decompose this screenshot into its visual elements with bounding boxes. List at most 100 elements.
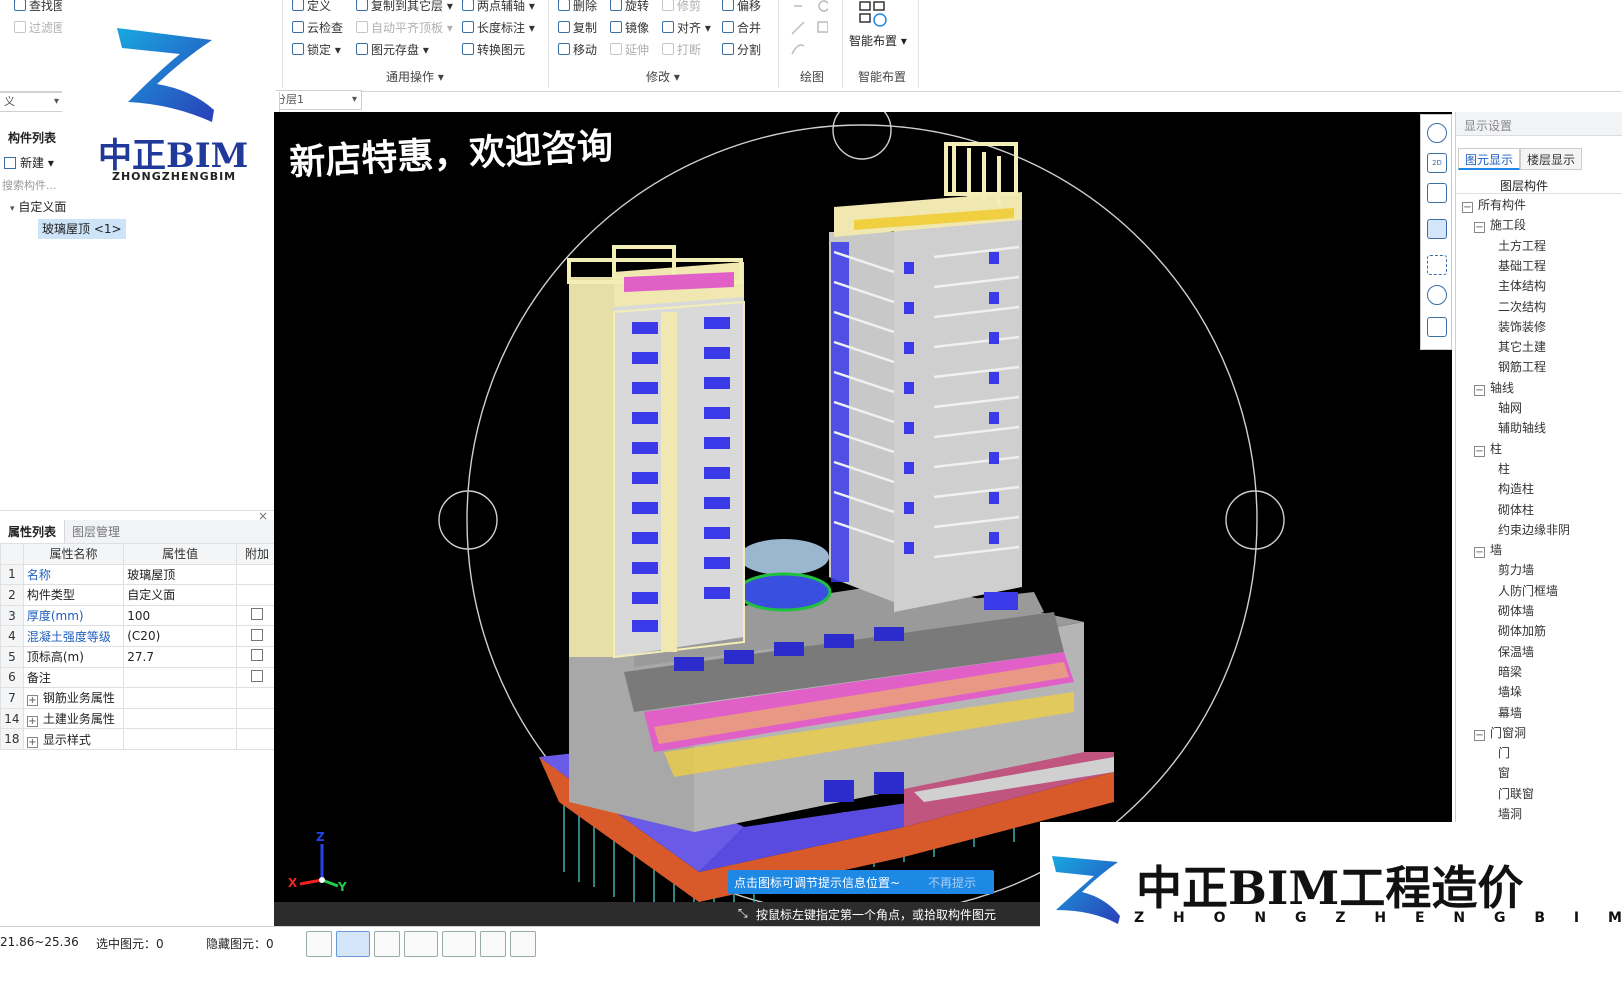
angle-snap-icon[interactable] [404,931,438,957]
layer-tree-item[interactable]: 辅助轴线 [1498,419,1546,436]
expand-icon[interactable]: + [26,716,38,728]
property-row[interactable]: 6 备注 [0,666,279,689]
tab-property-list[interactable]: 属性列表 [0,520,66,544]
ribbon-button[interactable]: 复制 [558,18,597,36]
property-value[interactable]: (C20) [123,625,237,647]
ribbon-button[interactable]: 删除 [558,0,597,14]
ribbon-button[interactable]: 复制到其它层 ▾ [356,0,453,14]
3d-solid-icon[interactable] [1427,219,1447,239]
ribbon-button[interactable]: 锁定 ▾ [292,40,341,58]
property-value[interactable] [123,666,237,689]
ribbon-group-general[interactable]: 通用操作 ▾ [386,68,444,85]
layer-tree-item[interactable]: 暗梁 [1498,663,1522,680]
ribbon-button[interactable]: 偏移 [722,0,761,14]
layer-tree-item[interactable]: 剪力墙 [1498,561,1534,578]
property-value[interactable] [123,707,237,730]
layer-tree-item[interactable]: − 柱 [1474,440,1502,457]
hint-dismiss-link[interactable]: 不再提示 [928,874,976,891]
layer-tree-item[interactable]: − 墙 [1474,541,1502,559]
ribbon-button[interactable]: 修剪 [662,0,701,14]
cross-select-icon[interactable] [374,931,400,957]
collapse-icon[interactable]: − [1474,729,1485,741]
ribbon-button[interactable]: 旋转 [610,0,649,14]
expand-icon[interactable]: + [26,736,38,748]
tab-layer-management[interactable]: 图层管理 [64,520,128,544]
layer-tree-item[interactable]: 其它土建 [1498,338,1546,355]
copy-view-icon[interactable] [480,931,506,957]
tree-root-custom-face[interactable]: ▾ 自定义面 [10,198,66,215]
ribbon-button[interactable]: 移动 [558,40,597,58]
property-value[interactable]: 玻璃屋顶 [123,563,237,586]
layer-tree-item[interactable]: 人防门框墙 [1498,582,1558,599]
ribbon-button[interactable]: 延伸 [610,40,649,58]
layer-tree-item[interactable]: − 门窗洞 [1474,724,1526,741]
layer-tree-item[interactable]: 墙垛 [1498,683,1522,700]
layer-tree-item[interactable]: 幕墙 [1498,704,1522,721]
orthogonal-toggle-icon[interactable] [306,931,332,957]
ribbon-button[interactable]: 云检查 [292,18,343,36]
orbit-view-icon[interactable] [1427,123,1447,143]
property-row[interactable]: 4 混凝土强度等级 (C20) [0,625,279,647]
select-mode-dropdown-icon[interactable] [336,931,370,957]
layer-tree-item[interactable]: 轴网 [1498,399,1522,416]
ribbon-button[interactable]: 长度标注 ▾ [462,18,535,36]
property-row[interactable]: 14 + 土建业务属性 [0,707,279,730]
layer-tree-item[interactable]: 土方工程 [1498,237,1546,254]
3d-box-icon[interactable] [1427,183,1447,203]
property-value[interactable] [123,687,237,709]
left-dropdown[interactable]: 义 [0,92,64,112]
ribbon-button[interactable]: 镜像 [610,18,649,36]
3d-viewport[interactable]: 新店特惠，欢迎咨询 Z X Y 点击图标可调节提示信息位置~ 不再提示 ⤡ 按鼠… [274,112,1452,926]
ribbon-button[interactable]: 定义 [292,0,331,14]
settings-list-icon[interactable] [1427,317,1447,337]
layer-tree-item[interactable]: 砌体加筋 [1498,622,1546,639]
extra-checkbox[interactable] [250,628,263,641]
tree-item-glass-roof[interactable]: 玻璃屋顶 <1> [38,219,126,239]
draw-tools-icons[interactable] [788,0,830,60]
layer-tree-item[interactable]: − 施工段 [1474,216,1526,234]
ribbon-button[interactable]: 分割 [722,40,761,58]
property-value[interactable] [123,728,237,750]
layer-tree-item[interactable]: − 轴线 [1474,379,1514,396]
property-value[interactable]: 27.7 [123,645,237,668]
layer-tree-item[interactable]: 构造柱 [1498,480,1534,497]
ribbon-button[interactable]: 转换图元 [462,40,525,58]
smart-layout-button[interactable]: 智能布置 ▾ [849,32,907,49]
floor-dropdown[interactable]: 分层1 [270,90,362,110]
extra-checkbox[interactable] [250,608,263,621]
property-row[interactable]: 7 + 钢筋业务属性 [0,687,279,709]
extra-checkbox[interactable] [250,669,263,682]
property-row[interactable]: 18 + 显示样式 [0,728,279,750]
dimension-snap-icon[interactable] [442,931,476,957]
ribbon-button[interactable]: 查找图 [14,0,65,14]
arc-tool-icon[interactable] [510,931,536,957]
layer-tree-item[interactable]: 门 [1498,744,1510,761]
ribbon-button[interactable]: 自动平齐顶板 ▾ [356,18,453,36]
ribbon-button[interactable]: 两点辅轴 ▾ [462,0,535,14]
extra-checkbox[interactable] [250,649,263,662]
property-row[interactable]: 1 名称 玻璃屋顶 [0,563,279,586]
ribbon-button[interactable]: 过滤图 [14,18,65,36]
layer-tree-item[interactable]: 钢筋工程 [1498,358,1546,375]
2d-view-icon[interactable]: 2D [1427,153,1447,173]
building-model[interactable] [274,112,1452,926]
layer-tree-item[interactable]: 装饰装修 [1498,318,1546,335]
layer-tree-item[interactable]: 基础工程 [1498,257,1546,274]
layer-tree-item[interactable]: 柱 [1498,460,1510,477]
collapse-icon[interactable]: − [1474,384,1485,396]
layer-tree-item[interactable]: − 所有构件 [1462,196,1526,213]
tab-floor-display[interactable]: 楼层显示 [1520,148,1583,170]
collapse-icon[interactable]: − [1462,202,1473,213]
view-cube-icon[interactable] [1427,285,1447,305]
layer-tree-item[interactable]: 窗 [1498,764,1510,781]
property-row[interactable]: 5 顶标高(m) 27.7 [0,645,279,668]
layer-tree-item[interactable]: 砌体墙 [1498,602,1534,619]
tab-element-display[interactable]: 图元显示 [1458,148,1521,170]
layer-tree-item[interactable]: 砌体柱 [1498,501,1534,518]
collapse-icon[interactable]: − [1474,222,1485,234]
property-value[interactable]: 100 [123,604,237,627]
layer-tree-item[interactable]: 二次结构 [1498,298,1546,315]
tab-component-list[interactable]: 构件列表 [0,126,66,150]
layer-tree-item[interactable]: 门联窗 [1498,785,1534,802]
property-row[interactable]: 2 构件类型 自定义面 [0,584,279,606]
